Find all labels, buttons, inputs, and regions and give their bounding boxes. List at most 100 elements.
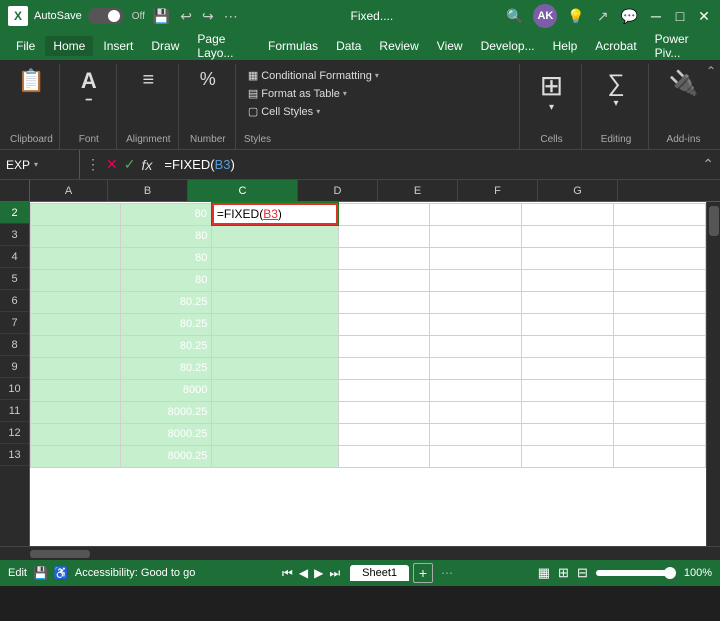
- cell-c2-active[interactable]: =FIXED(B3): [212, 203, 338, 225]
- cell-b11[interactable]: 8000.25: [120, 401, 212, 423]
- cell-b12[interactable]: 8000.25: [120, 423, 212, 445]
- cell-a10[interactable]: [31, 379, 121, 401]
- sheet-nav-last[interactable]: ⏭: [327, 566, 342, 581]
- row-num-6[interactable]: 6: [0, 290, 29, 312]
- menu-acrobat[interactable]: Acrobat: [587, 36, 644, 56]
- row-num-3[interactable]: 3: [0, 224, 29, 246]
- cell-f3[interactable]: [522, 225, 614, 247]
- col-header-b[interactable]: B: [108, 180, 188, 201]
- sheet-add-button[interactable]: +: [413, 563, 433, 583]
- horizontal-scrollbar[interactable]: [0, 546, 720, 560]
- menu-formulas[interactable]: Formulas: [260, 36, 326, 56]
- accessibility-icon[interactable]: ♿: [54, 566, 69, 580]
- zoom-slider-thumb[interactable]: [664, 567, 676, 579]
- formula-confirm-button[interactable]: ✓: [122, 156, 138, 173]
- cell-g10[interactable]: [614, 379, 706, 401]
- ribbon-collapse-button[interactable]: ⌃: [706, 64, 716, 78]
- redo-icon[interactable]: ↪: [200, 6, 216, 27]
- formula-more-button[interactable]: ⋮: [84, 156, 102, 173]
- clipboard-button[interactable]: 📋: [12, 68, 50, 94]
- cell-c6[interactable]: [212, 291, 338, 313]
- cell-g4[interactable]: [614, 247, 706, 269]
- cell-b13[interactable]: 8000.25: [120, 445, 212, 467]
- cell-d9[interactable]: [338, 357, 430, 379]
- cell-b10[interactable]: 8000: [120, 379, 212, 401]
- cell-e9[interactable]: [430, 357, 522, 379]
- cell-a7[interactable]: [31, 313, 121, 335]
- zoom-slider[interactable]: [596, 570, 676, 576]
- row-num-9[interactable]: 9: [0, 356, 29, 378]
- cell-styles-button[interactable]: ▢ Cell Styles ▾: [244, 104, 513, 119]
- menu-developer[interactable]: Develop...: [473, 36, 543, 56]
- row-num-12[interactable]: 12: [0, 422, 29, 444]
- sheet-nav-first[interactable]: ⏮: [280, 566, 295, 581]
- cell-d4[interactable]: [338, 247, 430, 269]
- row-num-4[interactable]: 4: [0, 246, 29, 268]
- cell-d10[interactable]: [338, 379, 430, 401]
- editing-button[interactable]: ∑ ▾: [601, 68, 630, 113]
- cell-d7[interactable]: [338, 313, 430, 335]
- save-icon[interactable]: 💾: [151, 6, 172, 27]
- cell-b9[interactable]: 80.25: [120, 357, 212, 379]
- sheet-tab-sheet1[interactable]: Sheet1: [350, 565, 409, 581]
- cell-f2[interactable]: [522, 203, 614, 225]
- cell-d5[interactable]: [338, 269, 430, 291]
- cell-f7[interactable]: [522, 313, 614, 335]
- cell-f12[interactable]: [522, 423, 614, 445]
- cell-e13[interactable]: [430, 445, 522, 467]
- h-scrollbar-thumb[interactable]: [30, 550, 90, 558]
- menu-pagelayout[interactable]: Page Layo...: [189, 29, 258, 63]
- cell-c13[interactable]: [212, 445, 338, 467]
- cell-e2[interactable]: [430, 203, 522, 225]
- col-header-d[interactable]: D: [298, 180, 378, 201]
- vertical-scrollbar[interactable]: [706, 202, 720, 546]
- cell-e6[interactable]: [430, 291, 522, 313]
- col-header-f[interactable]: F: [458, 180, 538, 201]
- sheet-nav-next[interactable]: ▶: [312, 566, 325, 580]
- avatar[interactable]: AK: [533, 4, 557, 28]
- col-header-g[interactable]: G: [538, 180, 618, 201]
- row-num-10[interactable]: 10: [0, 378, 29, 400]
- scrollbar-thumb[interactable]: [709, 206, 719, 236]
- row-num-2[interactable]: 2: [0, 202, 29, 224]
- cell-f8[interactable]: [522, 335, 614, 357]
- cell-c8[interactable]: [212, 335, 338, 357]
- cell-c11[interactable]: [212, 401, 338, 423]
- cell-b5[interactable]: 80: [120, 269, 212, 291]
- cell-c12[interactable]: [212, 423, 338, 445]
- cell-a12[interactable]: [31, 423, 121, 445]
- cell-c5[interactable]: [212, 269, 338, 291]
- cell-a4[interactable]: [31, 247, 121, 269]
- cell-d2[interactable]: [338, 203, 430, 225]
- col-header-e[interactable]: E: [378, 180, 458, 201]
- cell-a2[interactable]: [31, 203, 121, 225]
- menu-data[interactable]: Data: [328, 36, 369, 56]
- cell-c7[interactable]: [212, 313, 338, 335]
- cell-d12[interactable]: [338, 423, 430, 445]
- cell-e11[interactable]: [430, 401, 522, 423]
- name-box[interactable]: EXP ▾: [0, 150, 80, 179]
- formula-cancel-button[interactable]: ✕: [104, 156, 120, 173]
- cell-d13[interactable]: [338, 445, 430, 467]
- cell-c10[interactable]: [212, 379, 338, 401]
- layout-page-icon[interactable]: ⊞: [558, 565, 569, 581]
- sheets-more-button[interactable]: ⋯: [441, 566, 453, 580]
- cell-a11[interactable]: [31, 401, 121, 423]
- more-icon[interactable]: ⋯: [222, 6, 240, 27]
- cell-e7[interactable]: [430, 313, 522, 335]
- cell-g8[interactable]: [614, 335, 706, 357]
- search-icon[interactable]: 🔍: [504, 6, 525, 27]
- cell-c9[interactable]: [212, 357, 338, 379]
- menu-review[interactable]: Review: [371, 36, 426, 56]
- autosave-toggle[interactable]: [88, 8, 124, 24]
- cell-e10[interactable]: [430, 379, 522, 401]
- sheet-nav-prev[interactable]: ◀: [297, 566, 310, 580]
- cell-a13[interactable]: [31, 445, 121, 467]
- cell-g12[interactable]: [614, 423, 706, 445]
- menu-file[interactable]: File: [8, 36, 43, 56]
- cell-f9[interactable]: [522, 357, 614, 379]
- formula-expand-button[interactable]: ⌃: [696, 156, 720, 173]
- cell-g3[interactable]: [614, 225, 706, 247]
- undo-icon[interactable]: ↩: [178, 6, 194, 27]
- menu-draw[interactable]: Draw: [143, 36, 187, 56]
